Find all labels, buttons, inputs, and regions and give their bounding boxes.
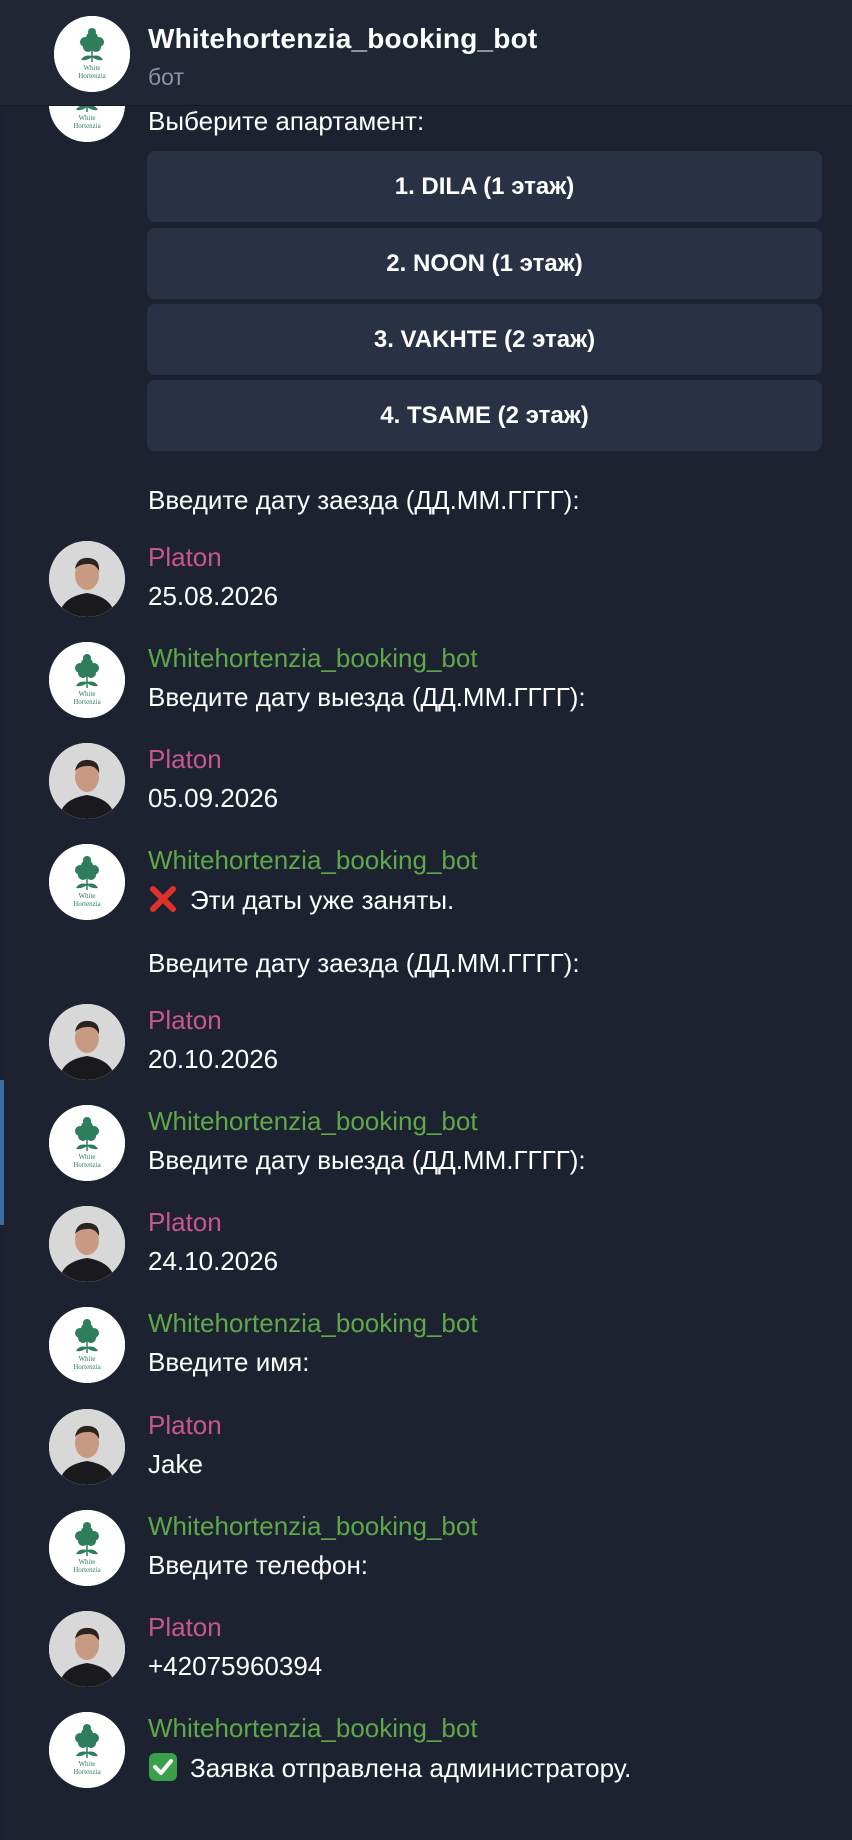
svg-text:Hortenzia: Hortenzia bbox=[73, 698, 101, 706]
message-text: 05.09.2026 bbox=[148, 783, 279, 813]
user-photo-icon bbox=[49, 1206, 125, 1282]
message-feed[interactable]: White Hortenzia Выберите апартамент: 1. … bbox=[0, 0, 852, 1840]
user-avatar[interactable] bbox=[49, 1611, 125, 1687]
svg-text:Hortenzia: Hortenzia bbox=[73, 1363, 101, 1371]
sender-name[interactable]: Whitehortenzia_booking_bot bbox=[148, 643, 478, 674]
bot-avatar[interactable]: White Hortenzia bbox=[54, 16, 130, 92]
sender-name[interactable]: Platon bbox=[148, 1005, 222, 1036]
message-text: Введите телефон: bbox=[148, 1550, 369, 1580]
keyboard-button-dila[interactable]: 1. DILA (1 этаж) bbox=[147, 151, 822, 222]
user-avatar[interactable] bbox=[49, 743, 125, 819]
sender-name[interactable]: Platon bbox=[148, 542, 222, 573]
svg-text:White: White bbox=[83, 64, 100, 72]
bot-avatar[interactable]: White Hortenzia bbox=[49, 1712, 125, 1788]
message-text: Введите имя: bbox=[148, 1347, 310, 1377]
message-text: 20.10.2026 bbox=[148, 1044, 279, 1074]
svg-text:White: White bbox=[78, 690, 95, 698]
keyboard-button-tsame[interactable]: 4. TSAME (2 этаж) bbox=[147, 380, 822, 451]
sender-name[interactable]: Platon bbox=[148, 1207, 222, 1238]
chat-subtitle: бот bbox=[148, 64, 184, 90]
svg-text:White: White bbox=[78, 892, 95, 900]
svg-text:White: White bbox=[78, 1153, 95, 1161]
user-avatar[interactable] bbox=[49, 1409, 125, 1485]
svg-text:White: White bbox=[78, 1760, 95, 1768]
sender-name[interactable]: Whitehortenzia_booking_bot bbox=[148, 1308, 478, 1339]
message-text: Введите дату заезда (ДД.ММ.ГГГГ): bbox=[148, 948, 580, 978]
user-avatar[interactable] bbox=[49, 1004, 125, 1080]
hydrangea-logo-icon: White Hortenzia bbox=[49, 1510, 125, 1586]
svg-text:Hortenzia: Hortenzia bbox=[73, 1768, 101, 1776]
message-text: Эти даты уже заняты. bbox=[148, 884, 454, 916]
svg-text:White: White bbox=[78, 114, 95, 122]
sender-name[interactable]: Platon bbox=[148, 744, 222, 775]
bot-avatar[interactable]: White Hortenzia bbox=[49, 1510, 125, 1586]
sender-name[interactable]: Whitehortenzia_booking_bot bbox=[148, 1713, 478, 1744]
svg-text:Hortenzia: Hortenzia bbox=[73, 1566, 101, 1574]
keyboard-button-vakhte[interactable]: 3. VAKHTE (2 этаж) bbox=[147, 304, 822, 375]
bot-avatar[interactable]: White Hortenzia bbox=[49, 642, 125, 718]
bot-avatar[interactable]: White Hortenzia bbox=[49, 844, 125, 920]
message-text: 24.10.2026 bbox=[148, 1246, 279, 1276]
chat-title[interactable]: Whitehortenzia_booking_bot bbox=[148, 23, 537, 55]
hydrangea-logo-icon: White Hortenzia bbox=[49, 1712, 125, 1788]
user-photo-icon bbox=[49, 1004, 125, 1080]
user-photo-icon bbox=[49, 743, 125, 819]
user-photo-icon bbox=[49, 1611, 125, 1687]
sender-name[interactable]: Whitehortenzia_booking_bot bbox=[148, 845, 478, 876]
message-text: Jake bbox=[148, 1449, 203, 1479]
user-photo-icon bbox=[49, 1409, 125, 1485]
message-line: Эти даты уже заняты. bbox=[190, 885, 455, 915]
svg-text:Hortenzia: Hortenzia bbox=[73, 1161, 101, 1169]
message-text: Введите дату заезда (ДД.ММ.ГГГГ): bbox=[148, 485, 580, 515]
user-avatar[interactable] bbox=[49, 541, 125, 617]
chat-window: White Hortenzia Выберите апартамент: 1. … bbox=[0, 0, 852, 1840]
message-text: Введите дату выезда (ДД.ММ.ГГГГ): bbox=[148, 1145, 586, 1175]
hydrangea-logo-icon: White Hortenzia bbox=[49, 1307, 125, 1383]
svg-text:Hortenzia: Hortenzia bbox=[78, 72, 106, 80]
message-text: 25.08.2026 bbox=[148, 581, 279, 611]
sender-name[interactable]: Platon bbox=[148, 1410, 222, 1441]
sender-name[interactable]: Whitehortenzia_booking_bot bbox=[148, 1106, 478, 1137]
check-mark-icon bbox=[149, 1753, 177, 1781]
hydrangea-logo-icon: White Hortenzia bbox=[49, 642, 125, 718]
user-photo-icon bbox=[49, 541, 125, 617]
hydrangea-logo-icon: White Hortenzia bbox=[54, 16, 130, 92]
message-text: Выберите апартамент: bbox=[148, 106, 425, 136]
cross-mark-icon bbox=[150, 886, 176, 912]
hydrangea-logo-icon: White Hortenzia bbox=[49, 1105, 125, 1181]
keyboard-button-noon[interactable]: 2. NOON (1 этаж) bbox=[147, 228, 822, 299]
svg-text:Hortenzia: Hortenzia bbox=[73, 122, 101, 130]
message-line: Заявка отправлена администратору. bbox=[190, 1753, 632, 1783]
bot-avatar[interactable]: White Hortenzia bbox=[49, 1105, 125, 1181]
message-text: Заявка отправлена администратору. bbox=[148, 1752, 631, 1784]
message-text: Введите дату выезда (ДД.ММ.ГГГГ): bbox=[148, 682, 586, 712]
sender-name[interactable]: Platon bbox=[148, 1612, 222, 1643]
sender-name[interactable]: Whitehortenzia_booking_bot bbox=[148, 1511, 478, 1542]
svg-text:White: White bbox=[78, 1558, 95, 1566]
svg-text:Hortenzia: Hortenzia bbox=[73, 900, 101, 908]
svg-text:White: White bbox=[78, 1355, 95, 1363]
user-avatar[interactable] bbox=[49, 1206, 125, 1282]
bot-avatar[interactable]: White Hortenzia bbox=[49, 1307, 125, 1383]
message-text: +42075960394 bbox=[148, 1651, 323, 1681]
hydrangea-logo-icon: White Hortenzia bbox=[49, 844, 125, 920]
chat-header[interactable]: White Hortenzia Whitehortenzia_booking_b… bbox=[0, 0, 852, 106]
